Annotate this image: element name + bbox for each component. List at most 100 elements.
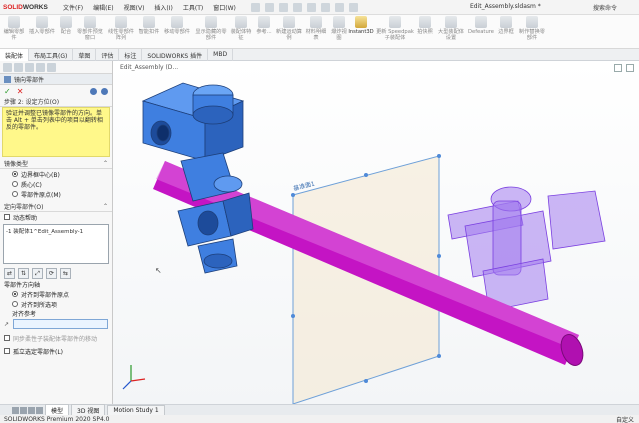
ribbon-smart-fasteners[interactable]: 智能扣件 [138,16,160,35]
ribbon-move-component[interactable]: 移动零部件 [162,16,192,35]
model-view[interactable] [113,61,639,404]
next-tab-icon[interactable] [28,406,35,414]
align-origin-option[interactable]: 对齐到零部件原点 [0,289,112,299]
last-tab-icon[interactable] [36,406,43,414]
ribbon-linear-pattern[interactable]: 线性零部件阵列 [106,16,136,41]
section-mirror-type[interactable]: 镜像类型 ⌃ [0,159,112,169]
flip-z-icon[interactable]: ⤢ [32,267,43,279]
plane-handle[interactable] [437,354,441,358]
previous-step-icon[interactable] [90,87,97,95]
ribbon-mate[interactable]: 配合 [58,16,74,35]
menu-insert[interactable]: 插入(I) [149,3,177,12]
ribbon-assembly-features[interactable]: 装配体特征 [230,16,252,41]
sync-flexible-row[interactable]: 同步柔性子装配体零部件的移动 [0,333,112,343]
dynamic-help-row[interactable]: 动态帮助 [0,212,112,222]
solidworks-logo[interactable]: SOLID WORKS [0,0,52,15]
tab-layout-tools[interactable]: 布局工具(G) [29,49,74,61]
menu-window[interactable]: 窗口(W) [208,3,241,12]
undo-icon[interactable] [306,2,316,12]
maximize-icon[interactable] [626,64,634,72]
ribbon-component-preview[interactable]: 零部件预览窗口 [76,16,104,41]
ribbon-replacement[interactable]: 制作替换零部件 [518,16,546,41]
isolate-checkbox[interactable] [4,348,10,354]
section-oriented-components[interactable]: 定向零部件(O) ⌃ [0,202,112,212]
restore-icon[interactable] [614,64,622,72]
section-step-header[interactable]: 步骤 2: 设定方位(O) [0,97,112,107]
ribbon-large-assembly[interactable]: 大型装配体设置 [436,16,466,41]
options-icon[interactable] [348,2,358,12]
ribbon-exploded-view[interactable]: 爆炸视图 [330,16,348,41]
ribbon-new-motion-study[interactable]: 新建运动算例 [276,16,302,41]
plane-handle[interactable] [291,314,295,318]
radio-bbox[interactable] [12,171,18,177]
radio-align-origin[interactable] [12,291,18,297]
ribbon-reference[interactable]: 参考... [254,16,274,35]
menu-file[interactable]: 文件(F) [58,3,88,12]
feature-breadcrumb[interactable]: Edit_Assembly (D... [120,64,178,71]
mirror-type-option-bbox[interactable]: 边界框中心(B) [0,169,112,179]
ribbon-instant3d[interactable]: Instant3D [348,16,374,35]
prev-tab-icon[interactable] [20,406,27,414]
config-manager-tab-icon[interactable] [25,63,34,72]
radio-centroid[interactable] [12,181,18,187]
plane-handle[interactable] [291,193,295,197]
list-item[interactable]: -1 装配体1^Edit_Assembly-1 [6,227,106,235]
isolate-row[interactable]: 孤立选定零部件(L) [0,346,112,356]
print-icon[interactable] [292,2,302,12]
ribbon-bom[interactable]: 材料明细表 [304,16,328,41]
menu-tools[interactable]: 工具(T) [178,3,208,12]
dynamic-help-checkbox[interactable] [4,214,10,220]
first-tab-icon[interactable] [12,406,19,414]
ribbon-edit-component[interactable]: 编辑零部件 [2,16,26,41]
tab-motion-study[interactable]: Motion Study 1 [107,404,165,416]
flip-axis-icon[interactable]: ⇆ [60,267,71,279]
ribbon-insert-components[interactable]: 插入零部件 [28,16,56,35]
ribbon-show-hidden[interactable]: 显示隐藏的零部件 [194,16,228,41]
feature-tree-tab-icon[interactable] [3,63,12,72]
plane-handle[interactable] [437,254,441,258]
flip-y-icon[interactable]: ⇅ [18,267,29,279]
tab-evaluate[interactable]: 评估 [96,49,120,61]
chevron-up-icon[interactable]: ⌃ [103,160,108,167]
search-commands[interactable]: 搜索命令 [593,3,617,12]
ribbon-snapshot[interactable]: 拍快照 [416,16,434,35]
next-step-icon[interactable] [101,87,108,95]
status-customize[interactable]: 自定义 [616,415,634,423]
chevron-up-icon[interactable]: ⌃ [103,203,108,210]
align-selection-option[interactable]: 对齐到所选项 [0,299,112,309]
open-icon[interactable] [264,2,274,12]
tab-sketch[interactable]: 草图 [73,49,97,61]
ribbon-defeature[interactable]: Defeature [468,16,494,35]
flip-x-icon[interactable]: ⇄ [4,267,15,279]
new-icon[interactable] [250,2,260,12]
ok-button[interactable]: ✓ [4,87,11,96]
mirror-type-option-origin[interactable]: 零部件原点(M) [0,189,112,199]
exploded-view-icon [333,16,345,28]
menu-edit[interactable]: 编辑(E) [88,3,118,12]
align-reference-input[interactable] [13,319,108,329]
graphics-area[interactable]: Edit_Assembly (D... 基准面1 ↖ [113,61,639,404]
property-manager-tab-icon[interactable] [14,63,23,72]
rotate-icon[interactable]: ⟳ [46,267,57,279]
cancel-button[interactable]: ✕ [17,87,24,96]
sync-flexible-checkbox[interactable] [4,335,10,341]
ribbon-bounding-box[interactable]: 边界框 [496,16,516,35]
tab-mbd[interactable]: MBD [208,49,234,61]
ribbon-update-speedpak[interactable]: 更新 Speedpak 子装配体 [376,16,414,41]
plane-handle[interactable] [364,173,368,177]
dimxpert-tab-icon[interactable] [36,63,45,72]
radio-origin[interactable] [12,191,18,197]
display-manager-tab-icon[interactable] [47,63,56,72]
mirror-type-option-centroid[interactable]: 质心(C) [0,179,112,189]
rebuild-icon[interactable] [334,2,344,12]
plane-handle[interactable] [364,379,368,383]
select-icon[interactable] [320,2,330,12]
plane-handle[interactable] [437,154,441,158]
radio-align-selection[interactable] [12,301,18,307]
tab-markup[interactable]: 标注 [119,49,143,61]
tab-addins[interactable]: SOLIDWORKS 插件 [142,49,209,61]
menu-view[interactable]: 视图(V) [119,3,150,12]
tab-assembly[interactable]: 装配体 [0,49,30,61]
oriented-components-list[interactable]: -1 装配体1^Edit_Assembly-1 [3,224,109,264]
save-icon[interactable] [278,2,288,12]
